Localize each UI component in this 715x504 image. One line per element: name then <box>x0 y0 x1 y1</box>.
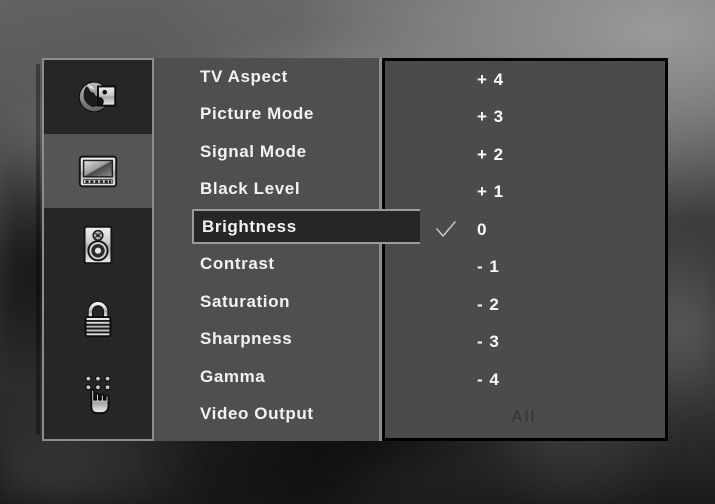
sidebar-item-others[interactable] <box>44 356 152 430</box>
on-screen-display-menu: TV Aspect Picture Mode Signal Mode Black Le… <box>36 58 668 441</box>
value-row[interactable]: 0 <box>385 211 665 249</box>
menu-row[interactable]: Gamma <box>154 358 379 396</box>
lock-icon <box>75 296 121 342</box>
value-row[interactable]: - 2 <box>385 286 665 324</box>
sidebar-item-parental-lock[interactable] <box>44 282 152 356</box>
television-icon <box>75 148 121 194</box>
value-text: - 1 <box>477 257 500 277</box>
value-text: + 2 <box>477 144 505 164</box>
value-text: - 4 <box>477 369 500 389</box>
speaker-icon <box>75 222 121 268</box>
value-text: + 1 <box>477 182 505 202</box>
value-row[interactable]: All <box>385 399 665 437</box>
value-row[interactable]: + 1 <box>385 174 665 212</box>
osd-screen: TV Aspect Picture Mode Signal Mode Black Le… <box>0 0 715 504</box>
value-row[interactable]: - 4 <box>385 361 665 399</box>
value-list-panel: + 4 + 3 + 2 + 1 0 - 1 - 2 - 3 - 4 All <box>382 58 668 441</box>
sidebar-item-display[interactable] <box>44 134 152 208</box>
rail-shadow <box>36 64 40 435</box>
checkmark-icon <box>435 219 457 241</box>
menu-row-label: Video Output <box>200 404 314 424</box>
menu-row[interactable]: Black Level <box>154 171 379 209</box>
globe-icon <box>75 74 121 120</box>
value-text: - 3 <box>477 332 500 352</box>
sidebar-icon-rail <box>42 58 154 441</box>
keypad-hand-icon <box>75 370 121 416</box>
menu-row-label: Signal Mode <box>200 141 307 161</box>
value-text: - 2 <box>477 294 500 314</box>
menu-row[interactable]: Contrast <box>154 246 379 284</box>
menu-row-label: Gamma <box>200 366 266 386</box>
menu-row-label: Contrast <box>200 254 275 274</box>
sidebar-item-audio[interactable] <box>44 208 152 282</box>
menu-row-label: Black Level <box>200 179 301 199</box>
value-text: All <box>511 407 536 427</box>
value-row[interactable]: + 2 <box>385 136 665 174</box>
menu-row[interactable]: Brightness <box>154 208 420 246</box>
menu-row[interactable]: Picture Mode <box>154 96 379 134</box>
menu-row-label: TV Aspect <box>200 66 288 86</box>
menu-row[interactable]: Video Output <box>154 396 379 434</box>
menu-row[interactable]: Signal Mode <box>154 133 379 171</box>
menu-row[interactable]: Sharpness <box>154 321 379 359</box>
menu-row-label: Picture Mode <box>200 104 314 124</box>
menu-list-panel: TV Aspect Picture Mode Signal Mode Black Le… <box>154 58 420 441</box>
value-row[interactable]: + 4 <box>385 61 665 99</box>
value-text: 0 <box>477 219 488 239</box>
value-row[interactable]: - 3 <box>385 324 665 362</box>
menu-row[interactable]: TV Aspect <box>154 58 379 96</box>
sidebar-item-language[interactable] <box>44 60 152 134</box>
menu-row-label: Brightness <box>202 216 297 236</box>
menu-row-label: Sharpness <box>200 329 293 349</box>
value-row[interactable]: + 3 <box>385 99 665 137</box>
value-text: + 4 <box>477 69 505 89</box>
menu-row[interactable]: Saturation <box>154 283 379 321</box>
value-row[interactable]: - 1 <box>385 249 665 287</box>
menu-row-label: Saturation <box>200 291 291 311</box>
value-text: + 3 <box>477 107 505 127</box>
